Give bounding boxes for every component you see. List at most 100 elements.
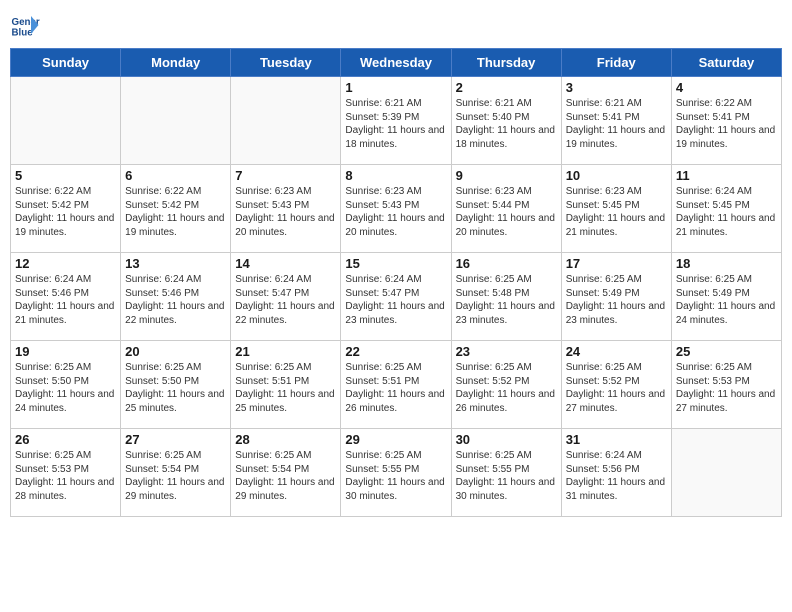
day-number: 9 <box>456 168 557 183</box>
day-number: 13 <box>125 256 226 271</box>
day-info: Sunrise: 6:25 AM Sunset: 5:54 PM Dayligh… <box>235 449 336 503</box>
days-header-row: SundayMondayTuesdayWednesdayThursdayFrid… <box>11 49 782 77</box>
day-info: Sunrise: 6:24 AM Sunset: 5:56 PM Dayligh… <box>566 449 667 503</box>
day-number: 28 <box>235 432 336 447</box>
calendar-cell: 9 Sunrise: 6:23 AM Sunset: 5:44 PM Daylig… <box>451 165 561 253</box>
day-header-thursday: Thursday <box>451 49 561 77</box>
day-number: 19 <box>15 344 116 359</box>
day-number: 24 <box>566 344 667 359</box>
calendar-cell: 19 Sunrise: 6:25 AM Sunset: 5:50 PM Dayli… <box>11 341 121 429</box>
day-number: 23 <box>456 344 557 359</box>
calendar-cell: 27 Sunrise: 6:25 AM Sunset: 5:54 PM Dayli… <box>121 429 231 517</box>
calendar-cell: 24 Sunrise: 6:25 AM Sunset: 5:52 PM Dayli… <box>561 341 671 429</box>
day-info: Sunrise: 6:23 AM Sunset: 5:45 PM Dayligh… <box>566 185 667 239</box>
day-info: Sunrise: 6:25 AM Sunset: 5:55 PM Dayligh… <box>456 449 557 503</box>
day-info: Sunrise: 6:22 AM Sunset: 5:42 PM Dayligh… <box>125 185 226 239</box>
day-info: Sunrise: 6:25 AM Sunset: 5:49 PM Dayligh… <box>566 273 667 327</box>
week-row-2: 5 Sunrise: 6:22 AM Sunset: 5:42 PM Daylig… <box>11 165 782 253</box>
day-number: 11 <box>676 168 777 183</box>
day-number: 7 <box>235 168 336 183</box>
calendar-cell: 1Sunrise: 6:21 AM Sunset: 5:39 PM Daylig… <box>341 77 451 165</box>
logo: General Blue <box>10 10 42 40</box>
day-number: 8 <box>345 168 446 183</box>
calendar-cell: 14 Sunrise: 6:24 AM Sunset: 5:47 PM Dayli… <box>231 253 341 341</box>
day-info: Sunrise: 6:24 AM Sunset: 5:47 PM Dayligh… <box>235 273 336 327</box>
day-info: Sunrise: 6:24 AM Sunset: 5:46 PM Dayligh… <box>15 273 116 327</box>
day-number: 25 <box>676 344 777 359</box>
day-header-saturday: Saturday <box>671 49 781 77</box>
calendar-cell: 22 Sunrise: 6:25 AM Sunset: 5:51 PM Dayli… <box>341 341 451 429</box>
day-header-sunday: Sunday <box>11 49 121 77</box>
day-number: 22 <box>345 344 446 359</box>
day-info: Sunrise: 6:21 AM Sunset: 5:40 PM Dayligh… <box>456 97 557 151</box>
day-info: Sunrise: 6:23 AM Sunset: 5:43 PM Dayligh… <box>235 185 336 239</box>
calendar-cell: 5 Sunrise: 6:22 AM Sunset: 5:42 PM Daylig… <box>11 165 121 253</box>
calendar-cell: 26 Sunrise: 6:25 AM Sunset: 5:53 PM Dayli… <box>11 429 121 517</box>
day-info: Sunrise: 6:24 AM Sunset: 5:46 PM Dayligh… <box>125 273 226 327</box>
day-info: Sunrise: 6:21 AM Sunset: 5:41 PM Dayligh… <box>566 97 667 151</box>
calendar-cell: 2 Sunrise: 6:21 AM Sunset: 5:40 PM Daylig… <box>451 77 561 165</box>
calendar-cell <box>121 77 231 165</box>
day-number: 18 <box>676 256 777 271</box>
calendar-cell: 6 Sunrise: 6:22 AM Sunset: 5:42 PM Daylig… <box>121 165 231 253</box>
day-info: Sunrise: 6:25 AM Sunset: 5:48 PM Dayligh… <box>456 273 557 327</box>
calendar-cell: 3 Sunrise: 6:21 AM Sunset: 5:41 PM Daylig… <box>561 77 671 165</box>
calendar-cell: 18 Sunrise: 6:25 AM Sunset: 5:49 PM Dayli… <box>671 253 781 341</box>
day-number: 14 <box>235 256 336 271</box>
day-number: 20 <box>125 344 226 359</box>
day-number: 10 <box>566 168 667 183</box>
svg-text:Blue: Blue <box>12 28 34 39</box>
calendar-cell: 29Sunrise: 6:25 AM Sunset: 5:55 PM Dayli… <box>341 429 451 517</box>
calendar-cell: 16Sunrise: 6:25 AM Sunset: 5:48 PM Dayli… <box>451 253 561 341</box>
day-info: Sunrise: 6:22 AM Sunset: 5:41 PM Dayligh… <box>676 97 777 151</box>
day-header-monday: Monday <box>121 49 231 77</box>
calendar-cell: 15Sunrise: 6:24 AM Sunset: 5:47 PM Dayli… <box>341 253 451 341</box>
calendar-cell: 21Sunrise: 6:25 AM Sunset: 5:51 PM Dayli… <box>231 341 341 429</box>
calendar-cell: 31 Sunrise: 6:24 AM Sunset: 5:56 PM Dayli… <box>561 429 671 517</box>
calendar-cell: 8Sunrise: 6:23 AM Sunset: 5:43 PM Daylig… <box>341 165 451 253</box>
day-info: Sunrise: 6:23 AM Sunset: 5:44 PM Dayligh… <box>456 185 557 239</box>
day-info: Sunrise: 6:25 AM Sunset: 5:53 PM Dayligh… <box>15 449 116 503</box>
day-number: 26 <box>15 432 116 447</box>
week-row-4: 19 Sunrise: 6:25 AM Sunset: 5:50 PM Dayli… <box>11 341 782 429</box>
week-row-1: 1Sunrise: 6:21 AM Sunset: 5:39 PM Daylig… <box>11 77 782 165</box>
day-number: 27 <box>125 432 226 447</box>
calendar-cell: 13 Sunrise: 6:24 AM Sunset: 5:46 PM Dayli… <box>121 253 231 341</box>
calendar-cell <box>231 77 341 165</box>
day-number: 6 <box>125 168 226 183</box>
day-number: 5 <box>15 168 116 183</box>
calendar-cell: 25 Sunrise: 6:25 AM Sunset: 5:53 PM Dayli… <box>671 341 781 429</box>
day-info: Sunrise: 6:25 AM Sunset: 5:53 PM Dayligh… <box>676 361 777 415</box>
day-info: Sunrise: 6:25 AM Sunset: 5:52 PM Dayligh… <box>566 361 667 415</box>
day-number: 31 <box>566 432 667 447</box>
day-info: Sunrise: 6:22 AM Sunset: 5:42 PM Dayligh… <box>15 185 116 239</box>
day-header-friday: Friday <box>561 49 671 77</box>
logo-icon: General Blue <box>10 10 40 40</box>
day-number: 4 <box>676 80 777 95</box>
day-info: Sunrise: 6:25 AM Sunset: 5:49 PM Dayligh… <box>676 273 777 327</box>
week-row-3: 12 Sunrise: 6:24 AM Sunset: 5:46 PM Dayli… <box>11 253 782 341</box>
page-header: General Blue <box>10 10 782 40</box>
calendar-cell: 4 Sunrise: 6:22 AM Sunset: 5:41 PM Daylig… <box>671 77 781 165</box>
day-number: 15 <box>345 256 446 271</box>
day-info: Sunrise: 6:25 AM Sunset: 5:52 PM Dayligh… <box>456 361 557 415</box>
week-row-5: 26 Sunrise: 6:25 AM Sunset: 5:53 PM Dayli… <box>11 429 782 517</box>
calendar-cell: 30Sunrise: 6:25 AM Sunset: 5:55 PM Dayli… <box>451 429 561 517</box>
calendar-cell <box>671 429 781 517</box>
calendar-cell: 20 Sunrise: 6:25 AM Sunset: 5:50 PM Dayli… <box>121 341 231 429</box>
day-number: 21 <box>235 344 336 359</box>
day-info: Sunrise: 6:21 AM Sunset: 5:39 PM Dayligh… <box>345 97 446 151</box>
calendar-cell <box>11 77 121 165</box>
day-info: Sunrise: 6:25 AM Sunset: 5:51 PM Dayligh… <box>345 361 446 415</box>
calendar-table: SundayMondayTuesdayWednesdayThursdayFrid… <box>10 48 782 517</box>
day-number: 3 <box>566 80 667 95</box>
calendar-cell: 12 Sunrise: 6:24 AM Sunset: 5:46 PM Dayli… <box>11 253 121 341</box>
day-number: 2 <box>456 80 557 95</box>
day-info: Sunrise: 6:25 AM Sunset: 5:54 PM Dayligh… <box>125 449 226 503</box>
day-number: 17 <box>566 256 667 271</box>
day-number: 12 <box>15 256 116 271</box>
day-info: Sunrise: 6:25 AM Sunset: 5:50 PM Dayligh… <box>125 361 226 415</box>
day-info: Sunrise: 6:25 AM Sunset: 5:50 PM Dayligh… <box>15 361 116 415</box>
calendar-cell: 11 Sunrise: 6:24 AM Sunset: 5:45 PM Dayli… <box>671 165 781 253</box>
day-info: Sunrise: 6:24 AM Sunset: 5:45 PM Dayligh… <box>676 185 777 239</box>
